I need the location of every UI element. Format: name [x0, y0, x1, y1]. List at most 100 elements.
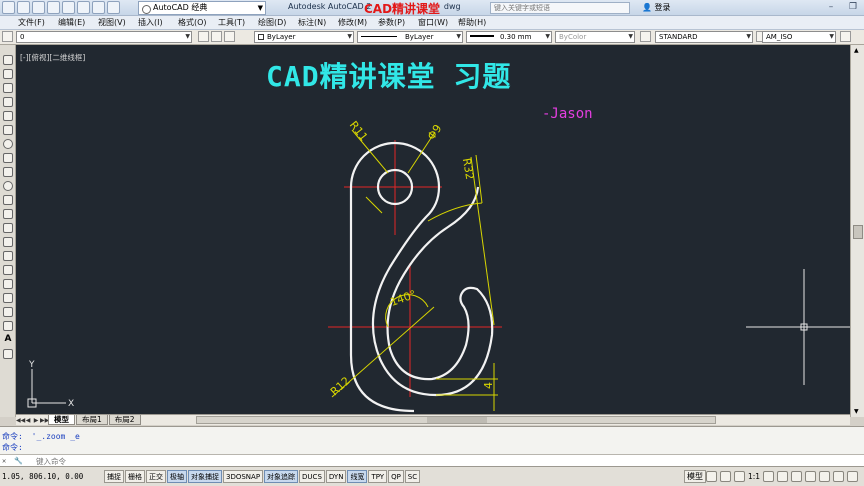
help-search-input[interactable]: 键入关键字或短语 [490, 2, 630, 14]
polyline-icon[interactable] [3, 83, 13, 93]
text-style-icon[interactable] [640, 31, 651, 42]
snap-toggle[interactable]: 捕捉 [104, 470, 124, 483]
menu-draw[interactable]: 绘图(D) [258, 16, 298, 29]
login-button[interactable]: 👤 登录 [642, 2, 671, 13]
3dosnap-toggle[interactable]: 3DOSNAP [223, 470, 264, 483]
tpy-toggle[interactable]: TPY [368, 470, 388, 483]
menu-dimension[interactable]: 标注(N) [298, 16, 338, 29]
menu-insert[interactable]: 插入(I) [138, 16, 178, 29]
menu-file[interactable]: 文件(F) [18, 16, 58, 29]
menu-modify[interactable]: 修改(M) [338, 16, 378, 29]
layer-select[interactable]: 0 ▼ [16, 31, 192, 43]
open-file-icon[interactable] [32, 1, 45, 14]
table-style-icon[interactable] [840, 31, 851, 42]
menu-parametric[interactable]: 参数(P) [378, 16, 418, 29]
osnap-toggle[interactable]: 对象捕捉 [188, 470, 222, 483]
annotation-visibility-icon[interactable] [763, 471, 775, 482]
ortho-toggle[interactable]: 正交 [146, 470, 166, 483]
polar-toggle[interactable]: 极轴 [167, 470, 187, 483]
grid-toggle[interactable]: 栅格 [125, 470, 145, 483]
menu-edit[interactable]: 编辑(E) [58, 16, 98, 29]
lineweight-select[interactable]: 0.30 mm ▼ [466, 31, 552, 43]
match-layer-icon[interactable] [224, 31, 235, 42]
print-icon[interactable] [77, 1, 90, 14]
point-icon[interactable] [3, 237, 13, 247]
gradient-icon[interactable] [3, 265, 13, 275]
hatch-icon[interactable] [3, 251, 13, 261]
otrack-toggle[interactable]: 对象追踪 [264, 470, 299, 483]
lightbulb-icon[interactable] [2, 31, 13, 42]
layer-previous-icon[interactable] [211, 31, 222, 42]
tab-layout1[interactable]: 布局1 [76, 415, 108, 425]
hardware-acceleration-icon[interactable] [819, 471, 831, 482]
menu-format[interactable]: 格式(O) [178, 16, 218, 29]
boundary-icon[interactable] [3, 307, 13, 317]
save-as-icon[interactable] [62, 1, 75, 14]
tab-next-icon[interactable]: ▶ [32, 417, 40, 424]
menu-view[interactable]: 视图(V) [98, 16, 138, 29]
redo-icon[interactable] [107, 1, 120, 14]
layer-state-icon[interactable] [198, 31, 209, 42]
table-tool-icon[interactable] [3, 321, 13, 331]
linetype-select[interactable]: ByLayer ▼ [357, 31, 463, 43]
vertical-scrollbar[interactable]: ▲ ▼ [850, 45, 864, 417]
wrench-icon[interactable]: 🔧 [14, 457, 23, 465]
dyn-toggle[interactable]: DYN [325, 470, 347, 483]
ellipse-icon[interactable] [3, 181, 13, 191]
restore-icon[interactable]: ❐ [846, 1, 860, 13]
qp-toggle[interactable]: QP [388, 470, 404, 483]
close-icon[interactable]: ✕ [2, 457, 6, 465]
text-style-select[interactable]: STANDARD ▼ [655, 31, 753, 43]
new-file-icon[interactable] [17, 1, 30, 14]
table-icon[interactable] [3, 293, 13, 303]
line-tool-icon[interactable] [3, 55, 13, 65]
save-icon[interactable] [47, 1, 60, 14]
app-menu-icon[interactable] [2, 1, 15, 14]
command-input[interactable]: ✕ 🔧 键入命令 [0, 454, 864, 466]
quick-view-layouts-icon[interactable] [706, 471, 717, 482]
spline-icon[interactable] [3, 167, 13, 177]
menu-window[interactable]: 窗口(W) [418, 16, 458, 29]
add-selected-icon[interactable] [3, 349, 13, 359]
horizontal-scrollbar[interactable] [196, 416, 716, 424]
arc-icon[interactable] [3, 125, 13, 135]
plotstyle-select[interactable]: ByColor ▼ [555, 31, 635, 43]
tab-model[interactable]: 模型 [48, 415, 75, 425]
polygon-icon[interactable] [3, 97, 13, 107]
dim-style-select[interactable]: AM_ISO ▼ [762, 31, 836, 43]
lock-icon[interactable] [805, 471, 817, 482]
undo-icon[interactable] [92, 1, 105, 14]
multiline-text-icon[interactable]: A [3, 335, 13, 345]
tab-last-icon[interactable]: ▶▶ [40, 417, 49, 424]
revision-cloud-icon[interactable] [3, 153, 13, 163]
make-block-icon[interactable] [3, 223, 13, 233]
lineweight-toggle[interactable]: 线宽 [347, 470, 368, 483]
scroll-thumb[interactable] [853, 225, 863, 239]
quick-view-drawings-icon[interactable] [720, 471, 731, 482]
region-icon[interactable] [3, 279, 13, 289]
model-space-button[interactable]: 模型 [684, 470, 706, 483]
menu-help[interactable]: 帮助(H) [458, 16, 498, 29]
construction-line-icon[interactable] [3, 69, 13, 79]
insert-block-icon[interactable] [3, 209, 13, 219]
hscroll-thumb[interactable] [427, 417, 487, 423]
clean-screen-icon[interactable] [847, 471, 859, 482]
ellipse-arc-icon[interactable] [3, 195, 13, 205]
scroll-up-icon[interactable]: ▲ [854, 47, 859, 54]
annotation-scale-value[interactable]: 1:1 [748, 472, 760, 481]
tab-first-icon[interactable]: ◀◀ [16, 417, 25, 424]
workspace-switch-icon[interactable] [791, 471, 803, 482]
ducs-toggle[interactable]: DUCS [299, 470, 325, 483]
color-select[interactable]: ByLayer ▼ [254, 31, 354, 43]
rectangle-icon[interactable] [3, 111, 13, 121]
menu-tools[interactable]: 工具(T) [218, 16, 258, 29]
circle-icon[interactable] [3, 139, 13, 149]
minimize-icon[interactable]: – [824, 1, 838, 13]
tab-layout2[interactable]: 布局2 [108, 415, 141, 425]
scroll-down-icon[interactable]: ▼ [854, 408, 859, 415]
drawing-canvas[interactable]: [-][俯视][二维线框] CAD精讲课堂 习题 -Jason R11 Φ9 R… [16, 45, 850, 414]
auto-scale-icon[interactable] [777, 471, 789, 482]
isolate-objects-icon[interactable] [833, 471, 845, 482]
workspace-select[interactable]: AutoCAD 经典 ▼ [138, 1, 266, 15]
tab-prev-icon[interactable]: ◀ [24, 417, 32, 424]
